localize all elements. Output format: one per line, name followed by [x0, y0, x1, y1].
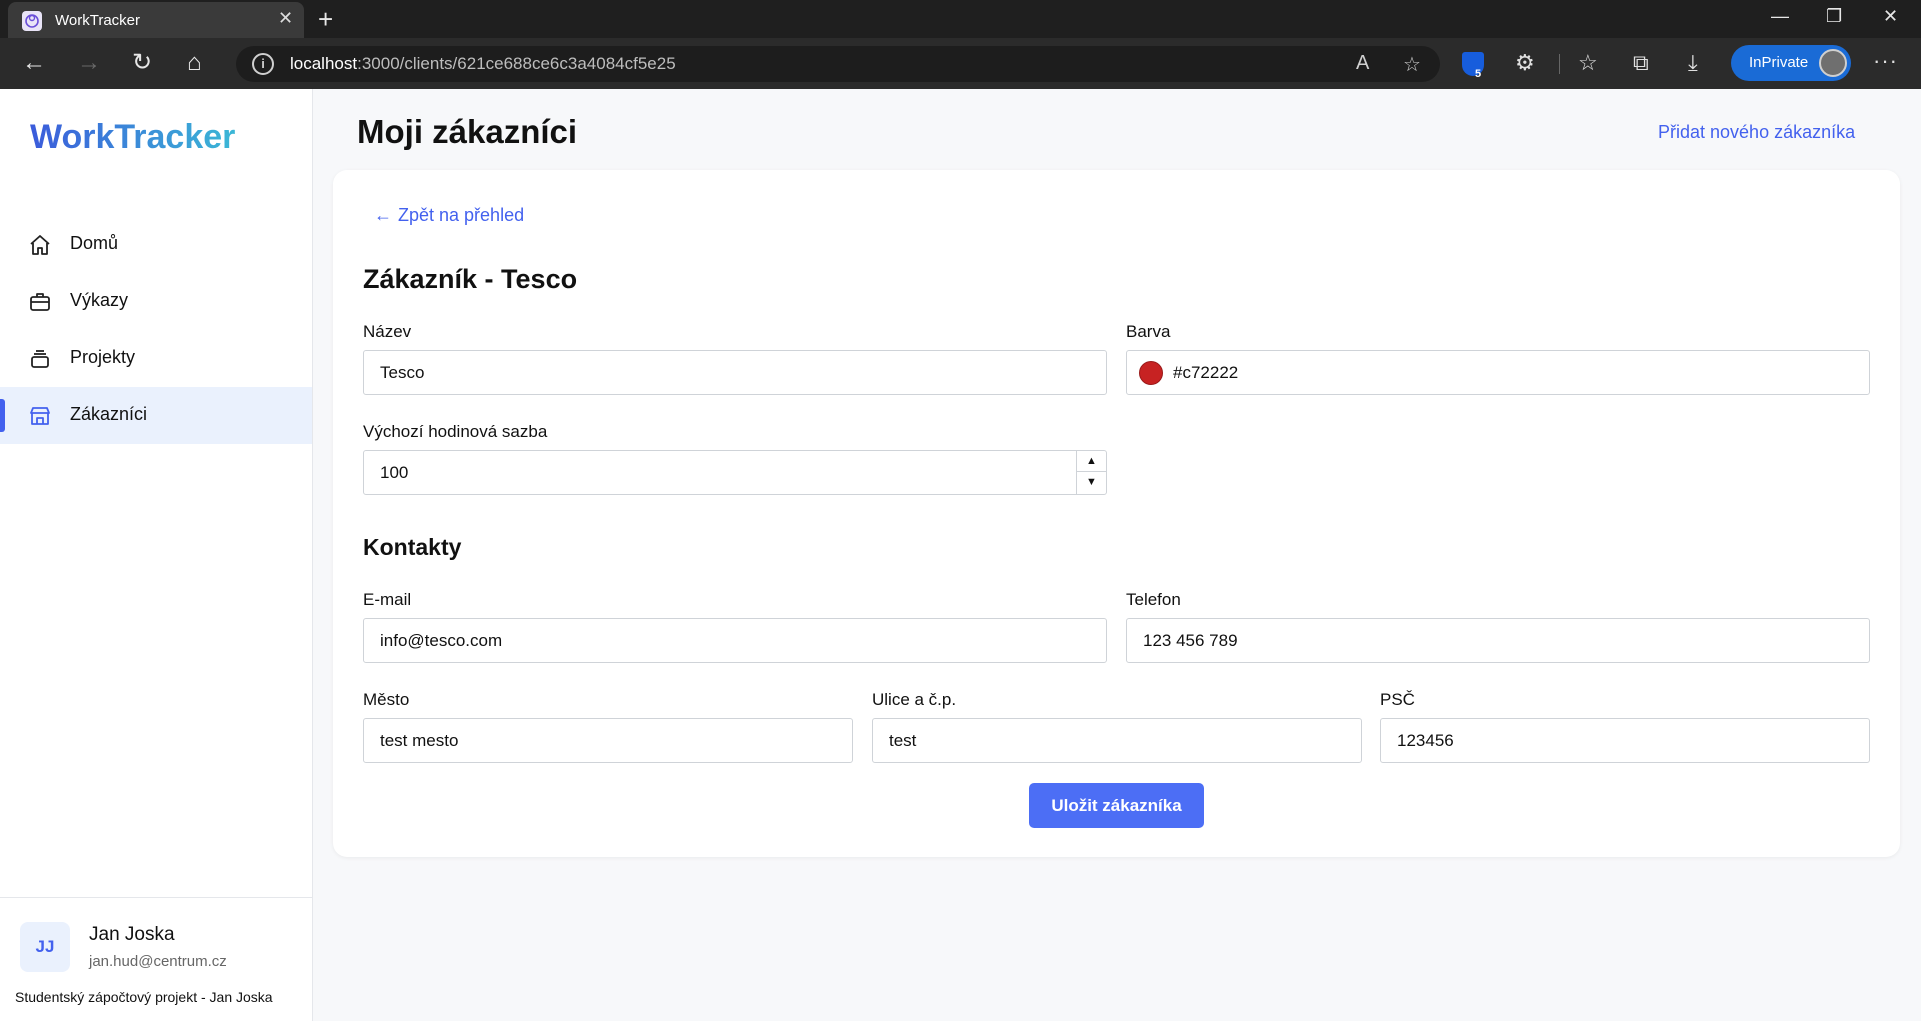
brand-logo[interactable]: WorkTracker — [30, 118, 235, 157]
zip-field[interactable]: 123456 — [1380, 718, 1870, 763]
new-tab-icon[interactable]: + — [318, 4, 333, 35]
sidebar-item-label: Projekty — [70, 347, 136, 367]
rate-label: Výchozí hodinová sazba — [363, 422, 548, 441]
app-favicon-icon — [22, 11, 42, 31]
email-field[interactable]: info@tesco.com — [363, 618, 1107, 663]
street-field[interactable]: test — [872, 718, 1362, 763]
phone-value: 123 456 789 — [1143, 631, 1238, 650]
collections-icon[interactable]: ⧉ — [1633, 50, 1649, 76]
client-form-card: ← Zpět na přehled Zákazník - Tesco Název … — [333, 170, 1900, 857]
street-label: Ulice a č.p. — [872, 690, 957, 709]
add-client-link[interactable]: Přidat nového zákazníka — [1658, 122, 1855, 143]
color-value: #c72222 — [1173, 363, 1239, 382]
stack-icon — [28, 347, 52, 371]
sidebar-item-label: Výkazy — [70, 290, 129, 310]
browser-tab[interactable]: WorkTracker ✕ — [8, 2, 304, 38]
color-label: Barva — [1126, 322, 1171, 341]
minimize-icon[interactable]: — — [1771, 6, 1789, 27]
footer-note: Studentský zápočtový projekt - Jan Joska — [15, 989, 273, 1005]
rate-value: 100 — [380, 463, 409, 482]
inprivate-label: InPrivate — [1749, 54, 1809, 71]
city-label: Město — [363, 690, 410, 709]
more-options-icon[interactable]: ··· — [1873, 48, 1898, 74]
profile-avatar-icon — [1819, 49, 1847, 77]
arrow-left-icon: ← — [374, 205, 392, 225]
home-icon — [28, 233, 52, 257]
name-label: Název — [363, 322, 412, 341]
site-info-icon[interactable]: i — [252, 53, 274, 75]
zip-label: PSČ — [1380, 690, 1415, 709]
city-field[interactable]: test mesto — [363, 718, 853, 763]
page-title: Moji zákazníci — [357, 113, 578, 150]
sidebar-item-projects[interactable]: Projekty — [0, 330, 312, 387]
extension-badge: 5 — [1475, 68, 1482, 80]
sidebar-item-reports[interactable]: Výkazy — [0, 273, 312, 330]
refresh-icon[interactable]: ↻ — [132, 49, 152, 77]
toolbar-separator — [1559, 54, 1560, 74]
zip-value: 123456 — [1397, 731, 1454, 750]
briefcase-icon — [28, 290, 52, 314]
extensions-icon[interactable]: ⚙ — [1515, 50, 1535, 76]
email-value: info@tesco.com — [380, 631, 503, 650]
restore-icon[interactable]: ❐ — [1826, 6, 1842, 27]
browser-tabbar: WorkTracker ✕ + — ❐ ✕ — [0, 0, 1921, 38]
avatar[interactable]: JJ — [20, 922, 70, 972]
rate-stepper: ▲ ▼ — [1076, 451, 1106, 494]
city-value: test mesto — [380, 731, 459, 750]
phone-label: Telefon — [1126, 590, 1181, 609]
forward-icon[interactable]: → — [77, 49, 101, 77]
tab-close-icon[interactable]: ✕ — [278, 8, 293, 29]
read-aloud-icon[interactable]: A — [1356, 52, 1369, 75]
window-close-icon[interactable]: ✕ — [1883, 6, 1898, 27]
back-link-label: Zpět na přehled — [398, 205, 525, 225]
user-name: Jan Joska — [89, 924, 175, 945]
url-path: :3000/clients/621ce688ce6c3a4084cf5e25 — [357, 54, 676, 73]
name-field[interactable]: Tesco — [363, 350, 1107, 395]
url-host: localhost — [290, 54, 358, 73]
sidebar: WorkTracker Domů Výkazy Projekty Zákazní… — [0, 89, 313, 1021]
url-text[interactable]: localhost:3000/clients/621ce688ce6c3a408… — [290, 54, 676, 74]
back-to-overview-link[interactable]: ← Zpět na přehled — [374, 205, 524, 226]
client-title: Zákazník - Tesco — [363, 264, 578, 294]
inprivate-badge[interactable]: InPrivate — [1731, 45, 1851, 81]
color-picker-field[interactable]: #c72222 — [1126, 350, 1870, 395]
contacts-section-title: Kontakty — [363, 534, 462, 560]
add-favorite-icon[interactable]: ☆ — [1403, 52, 1421, 77]
browser-toolbar: ← → ↻ ⌂ i localhost:3000/clients/621ce68… — [0, 38, 1921, 89]
address-bar[interactable]: i localhost:3000/clients/621ce688ce6c3a4… — [236, 46, 1440, 82]
save-client-button[interactable]: Uložit zákazníka — [1029, 783, 1204, 828]
street-value: test — [889, 731, 917, 750]
home-browser-icon[interactable]: ⌂ — [187, 49, 202, 77]
phone-field[interactable]: 123 456 789 — [1126, 618, 1870, 663]
tab-title: WorkTracker — [55, 12, 141, 29]
sidebar-item-label: Domů — [70, 233, 119, 253]
color-swatch[interactable] — [1139, 361, 1163, 385]
sidebar-item-home[interactable]: Domů — [0, 216, 312, 273]
sidebar-item-label: Zákazníci — [70, 404, 148, 424]
back-icon[interactable]: ← — [22, 49, 46, 77]
store-icon — [28, 404, 52, 428]
email-label: E-mail — [363, 590, 412, 609]
downloads-icon[interactable]: ⤓ — [1688, 50, 1698, 76]
stepper-down-icon[interactable]: ▼ — [1077, 472, 1106, 493]
name-value: Tesco — [380, 363, 425, 382]
stepper-up-icon[interactable]: ▲ — [1077, 451, 1106, 472]
user-profile: JJ Jan Joska jan.hud@centrum.cz Students… — [0, 897, 312, 1021]
user-email: jan.hud@centrum.cz — [89, 953, 227, 970]
favorites-icon[interactable]: ☆ — [1578, 50, 1598, 76]
sidebar-item-clients[interactable]: Zákazníci — [0, 387, 312, 444]
hourly-rate-input[interactable]: 100 ▲ ▼ — [363, 450, 1107, 495]
active-indicator — [0, 399, 5, 432]
